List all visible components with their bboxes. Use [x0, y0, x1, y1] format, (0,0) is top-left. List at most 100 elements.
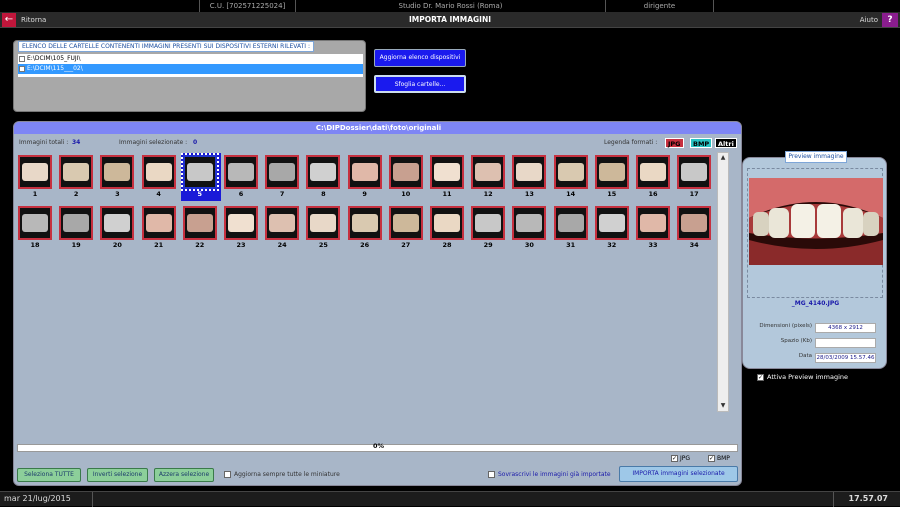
- thumbnail-item[interactable]: 13: [510, 153, 548, 200]
- devices-list[interactable]: E:\DCIM\105_FUJI\ E:\DCIM\115___02\: [18, 54, 363, 77]
- thumbnail-item[interactable]: 5: [180, 153, 221, 201]
- thumbnail-item[interactable]: 28: [428, 204, 466, 251]
- refresh-devices-button[interactable]: Aggiorna elenco dispositivi: [374, 49, 466, 67]
- thumbnail-item[interactable]: 7: [263, 153, 301, 200]
- thumbnail-image[interactable]: [594, 206, 629, 240]
- thumbnail-image[interactable]: [18, 206, 52, 240]
- device-folder-item[interactable]: E:\DCIM\115___02\: [18, 64, 363, 74]
- thumbnail-item[interactable]: 24: [263, 204, 301, 251]
- thumbnail-item[interactable]: 29: [469, 204, 507, 251]
- reset-selection-button[interactable]: Azzera selezione: [154, 468, 214, 482]
- thumbnail-image[interactable]: [594, 155, 629, 189]
- thumbnail-item[interactable]: 32: [593, 204, 631, 251]
- preview-toggle[interactable]: ✓ Attiva Preview immagine: [757, 373, 848, 381]
- refresh-thumbs-option[interactable]: Aggiorna sempre tutte le miniature: [224, 471, 340, 478]
- scroll-down-icon[interactable]: ▼: [718, 401, 728, 411]
- thumbnail-item[interactable]: 25: [304, 204, 342, 251]
- thumbnail-item[interactable]: 21: [140, 204, 178, 251]
- thumbnail-image[interactable]: [141, 206, 176, 240]
- thumbnail-image[interactable]: [388, 155, 423, 189]
- gallery-scrollbar[interactable]: ▲ ▼: [717, 152, 729, 412]
- prop-date-label: Data: [798, 353, 812, 359]
- thumbnail-item[interactable]: 2: [57, 153, 95, 200]
- thumbnail-image[interactable]: [306, 155, 341, 189]
- thumbnail-number: 19: [71, 241, 81, 249]
- import-button[interactable]: IMPORTA immagini selezionate: [619, 466, 738, 482]
- help-icon[interactable]: ?: [882, 13, 898, 27]
- thumbnail-item[interactable]: 30: [510, 204, 548, 251]
- overwrite-option[interactable]: Sovrascrivi le immagini già importate: [488, 471, 611, 478]
- thumbnail-image[interactable]: [59, 206, 94, 240]
- thumbnail-image[interactable]: [265, 206, 300, 240]
- thumbnail-item[interactable]: 34: [675, 204, 713, 251]
- scroll-up-icon[interactable]: ▲: [718, 153, 728, 163]
- thumbnail-image[interactable]: [100, 206, 135, 240]
- thumbnail-item[interactable]: 15: [593, 153, 631, 200]
- thumbnail-image[interactable]: [677, 155, 712, 189]
- thumbnail-image[interactable]: [388, 206, 423, 240]
- filter-bmp[interactable]: ✓ BMP: [708, 455, 730, 462]
- overwrite-checkbox[interactable]: [488, 471, 495, 478]
- thumbnail-item[interactable]: 9: [346, 153, 384, 200]
- thumbnail-item[interactable]: 26: [346, 204, 384, 251]
- refresh-thumbs-checkbox[interactable]: [224, 471, 231, 478]
- thumbnail-image[interactable]: [430, 206, 464, 240]
- thumbnail-item[interactable]: 27: [387, 204, 425, 251]
- preview-image: [749, 178, 883, 265]
- filter-bmp-checkbox[interactable]: ✓: [708, 455, 715, 462]
- thumbnail-item[interactable]: 18: [16, 204, 54, 251]
- help-label[interactable]: Aiuto: [860, 14, 878, 26]
- thumbnail-item[interactable]: 1: [16, 153, 54, 200]
- device-folder-item[interactable]: E:\DCIM\105_FUJI\: [18, 54, 363, 64]
- thumbnail-image[interactable]: [347, 155, 382, 189]
- thumbnail-item[interactable]: 20: [98, 204, 136, 251]
- thumbnail-art: [598, 214, 625, 232]
- thumbnail-image[interactable]: [471, 206, 506, 240]
- thumbnail-item[interactable]: 8: [304, 153, 342, 200]
- thumbnail-image[interactable]: [265, 155, 300, 189]
- thumbnail-image[interactable]: [224, 206, 258, 240]
- thumbnail-item[interactable]: 33: [634, 204, 672, 251]
- thumbnail-image[interactable]: [677, 206, 712, 240]
- thumbnail-item[interactable]: 6: [222, 153, 260, 200]
- thumbnail-image[interactable]: [59, 155, 94, 189]
- thumbnail-image[interactable]: [553, 155, 588, 189]
- filter-jpg[interactable]: ✓ JPG: [671, 455, 690, 462]
- thumbnail-image[interactable]: [306, 206, 341, 240]
- thumbnail-image[interactable]: [636, 206, 670, 240]
- thumbnail-image[interactable]: [182, 206, 217, 240]
- thumbnail-item[interactable]: 17: [675, 153, 713, 200]
- thumbnail-item[interactable]: 19: [57, 204, 95, 251]
- thumbnail-image[interactable]: [141, 155, 176, 189]
- thumbnail-number: 17: [689, 190, 699, 198]
- thumbnail-image[interactable]: [430, 155, 464, 189]
- thumbnail-image[interactable]: [100, 155, 135, 189]
- device-checkbox[interactable]: [19, 66, 25, 72]
- select-all-button[interactable]: Seleziona TUTTE: [17, 468, 81, 482]
- thumbnail-image[interactable]: [347, 206, 382, 240]
- thumbnail-item[interactable]: 3: [98, 153, 136, 200]
- thumbnail-image[interactable]: [512, 155, 547, 189]
- filter-jpg-checkbox[interactable]: ✓: [671, 455, 678, 462]
- browse-folders-button[interactable]: Sfoglia cartelle...: [374, 75, 466, 93]
- thumbnail-item[interactable]: 10: [387, 153, 425, 200]
- thumbnail-image[interactable]: [224, 155, 258, 189]
- gallery-info-bar: Immagini totali : 34 Immagini selezionat…: [14, 137, 741, 149]
- device-checkbox[interactable]: [19, 56, 25, 62]
- thumbnail-image[interactable]: [18, 155, 52, 189]
- thumbnail-item[interactable]: 16: [634, 153, 672, 200]
- thumbnail-item[interactable]: 11: [428, 153, 466, 200]
- thumbnail-item[interactable]: 23: [222, 204, 260, 251]
- thumbnail-item[interactable]: 31: [552, 204, 590, 251]
- thumbnail-image[interactable]: [180, 153, 219, 191]
- thumbnail-image[interactable]: [636, 155, 670, 189]
- thumbnail-item[interactable]: 4: [140, 153, 178, 200]
- thumbnail-image[interactable]: [471, 155, 506, 189]
- thumbnail-image[interactable]: [512, 206, 547, 240]
- preview-toggle-checkbox[interactable]: ✓: [757, 373, 764, 381]
- thumbnail-image[interactable]: [553, 206, 588, 240]
- thumbnail-item[interactable]: 12: [469, 153, 507, 200]
- invert-selection-button[interactable]: Inverti selezione: [87, 468, 148, 482]
- thumbnail-item[interactable]: 22: [181, 204, 219, 251]
- thumbnail-item[interactable]: 14: [552, 153, 590, 200]
